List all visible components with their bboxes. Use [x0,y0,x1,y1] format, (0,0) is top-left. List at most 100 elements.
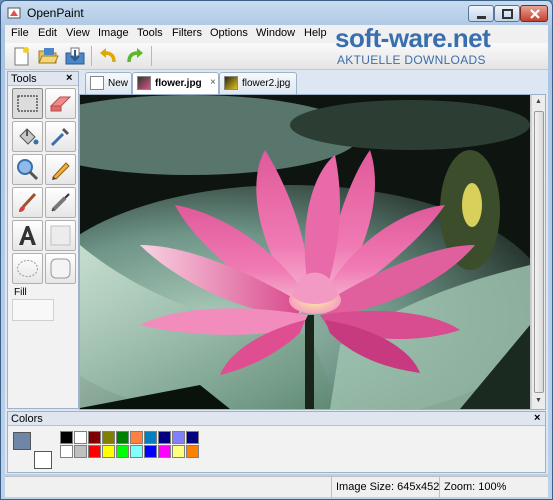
status-zoom: Zoom: 100% [444,481,507,493]
eraser-tool[interactable] [45,88,76,119]
minimize-button[interactable] [468,5,494,22]
menu-tools[interactable]: Tools [137,27,163,39]
text-tool[interactable] [12,220,43,251]
palette-swatch[interactable] [102,445,115,458]
colors-panel-header: Colors × [8,412,545,426]
zoom-tool[interactable] [12,154,43,185]
palette-swatch[interactable] [88,445,101,458]
brush-tool[interactable] [12,187,43,218]
close-button[interactable] [520,5,548,22]
redo-button[interactable] [123,45,147,67]
palette-swatch[interactable] [144,431,157,444]
fill-bucket-tool[interactable] [12,121,43,152]
palette-swatch[interactable] [130,431,143,444]
watermark: soft-ware.net AKTUELLE DOWNLOADS [335,23,535,69]
eyedropper-icon [50,128,69,147]
menu-edit[interactable]: Edit [38,27,57,39]
rectangle-select-tool[interactable] [12,88,43,119]
scroll-down-icon[interactable]: ▼ [535,397,542,404]
menu-file[interactable]: File [11,27,29,39]
close-icon [530,9,540,19]
redo-arrow-icon [127,48,143,63]
lotus-flower-image[interactable] [80,95,530,409]
open-file-button[interactable] [36,45,60,67]
menu-view[interactable]: View [66,27,90,39]
new-file-button[interactable] [9,45,33,67]
blank-thumbnail-icon [90,76,104,90]
menu-filters[interactable]: Filters [172,27,202,39]
palette-swatch[interactable] [172,431,185,444]
app-window: OpenPaint File Edit View Image Tools Fil… [0,0,553,500]
palette-swatch[interactable] [60,445,73,458]
toolbar-separator [151,46,152,66]
magnifier-icon [17,159,39,181]
palette-swatch[interactable] [74,431,87,444]
palette-swatch[interactable] [158,431,171,444]
palette-swatch[interactable] [186,431,199,444]
tab-label: New [108,78,129,89]
menu-image[interactable]: Image [98,27,129,39]
ellipse-select-tool[interactable] [12,253,43,284]
rounded-rect-tool[interactable] [45,253,76,284]
tab-label: flower.jpg [155,78,202,89]
tab-close-button[interactable]: × [210,77,216,88]
maximize-button[interactable] [494,5,520,22]
pencil-icon [52,162,70,180]
workspace: Tools × Fill New flower.jpg × flower2.jp… [5,70,548,474]
text-a-icon [19,226,36,245]
palette-swatch[interactable] [88,431,101,444]
rectangle-select-icon [17,95,38,112]
tab-new[interactable]: New [85,72,132,94]
palette-swatch[interactable] [130,445,143,458]
palette-swatch[interactable] [158,445,171,458]
primary-color-swatch[interactable] [13,432,31,450]
flower-thumbnail-icon [137,76,151,90]
maximize-icon [502,9,513,19]
palette-swatch[interactable] [116,445,129,458]
minimize-icon [477,16,486,19]
menu-help[interactable]: Help [304,27,327,39]
palette-swatch[interactable] [116,431,129,444]
syringe-icon [51,193,70,212]
fill-style-selector[interactable] [12,299,54,321]
rectangle-shape-tool[interactable] [45,220,76,251]
tab-flower[interactable]: flower.jpg × [132,72,219,95]
pencil-tool[interactable] [45,154,76,185]
title-bar[interactable]: OpenPaint [1,1,552,25]
menu-window[interactable]: Window [256,27,295,39]
canvas-area[interactable]: ▲ ▼ [79,94,546,410]
colors-panel-close-button[interactable]: × [534,412,540,424]
palette-swatch[interactable] [186,445,199,458]
paint-bucket-icon [19,128,39,145]
status-zoom-cell: Zoom: 100% [439,477,548,498]
scrollbar-thumb[interactable] [534,111,544,393]
flower2-thumbnail-icon [224,76,238,90]
undo-button[interactable] [96,45,120,67]
tools-panel-close-button[interactable]: × [66,72,72,84]
app-icon [7,7,21,19]
save-file-button[interactable] [63,45,87,67]
menu-options[interactable]: Options [210,27,248,39]
palette-swatch[interactable] [60,431,73,444]
tools-panel-header: Tools × [8,72,78,86]
tools-panel: Tools × Fill [7,71,79,409]
palette-swatch[interactable] [102,431,115,444]
color-picker-tool[interactable] [45,121,76,152]
eraser-icon [49,96,72,112]
palette-swatch[interactable] [172,445,185,458]
ellipse-select-icon [17,260,38,277]
watermark-subtitle: AKTUELLE DOWNLOADS [337,53,486,67]
scroll-up-icon[interactable]: ▲ [535,98,542,105]
clone-tool[interactable] [45,187,76,218]
open-folder-icon [38,48,59,64]
new-document-icon [14,47,29,66]
tab-flower2[interactable]: flower2.jpg [219,72,297,94]
secondary-color-swatch[interactable] [34,451,52,469]
fill-label: Fill [14,287,27,298]
palette-swatch[interactable] [74,445,87,458]
palette-swatch[interactable] [144,445,157,458]
vertical-scrollbar[interactable]: ▲ ▼ [531,95,545,409]
save-icon [65,47,85,65]
document-tabs: New flower.jpg × flower2.jpg [83,72,546,95]
status-bar: Image Size: 645x452 Zoom: 100% [5,476,548,498]
